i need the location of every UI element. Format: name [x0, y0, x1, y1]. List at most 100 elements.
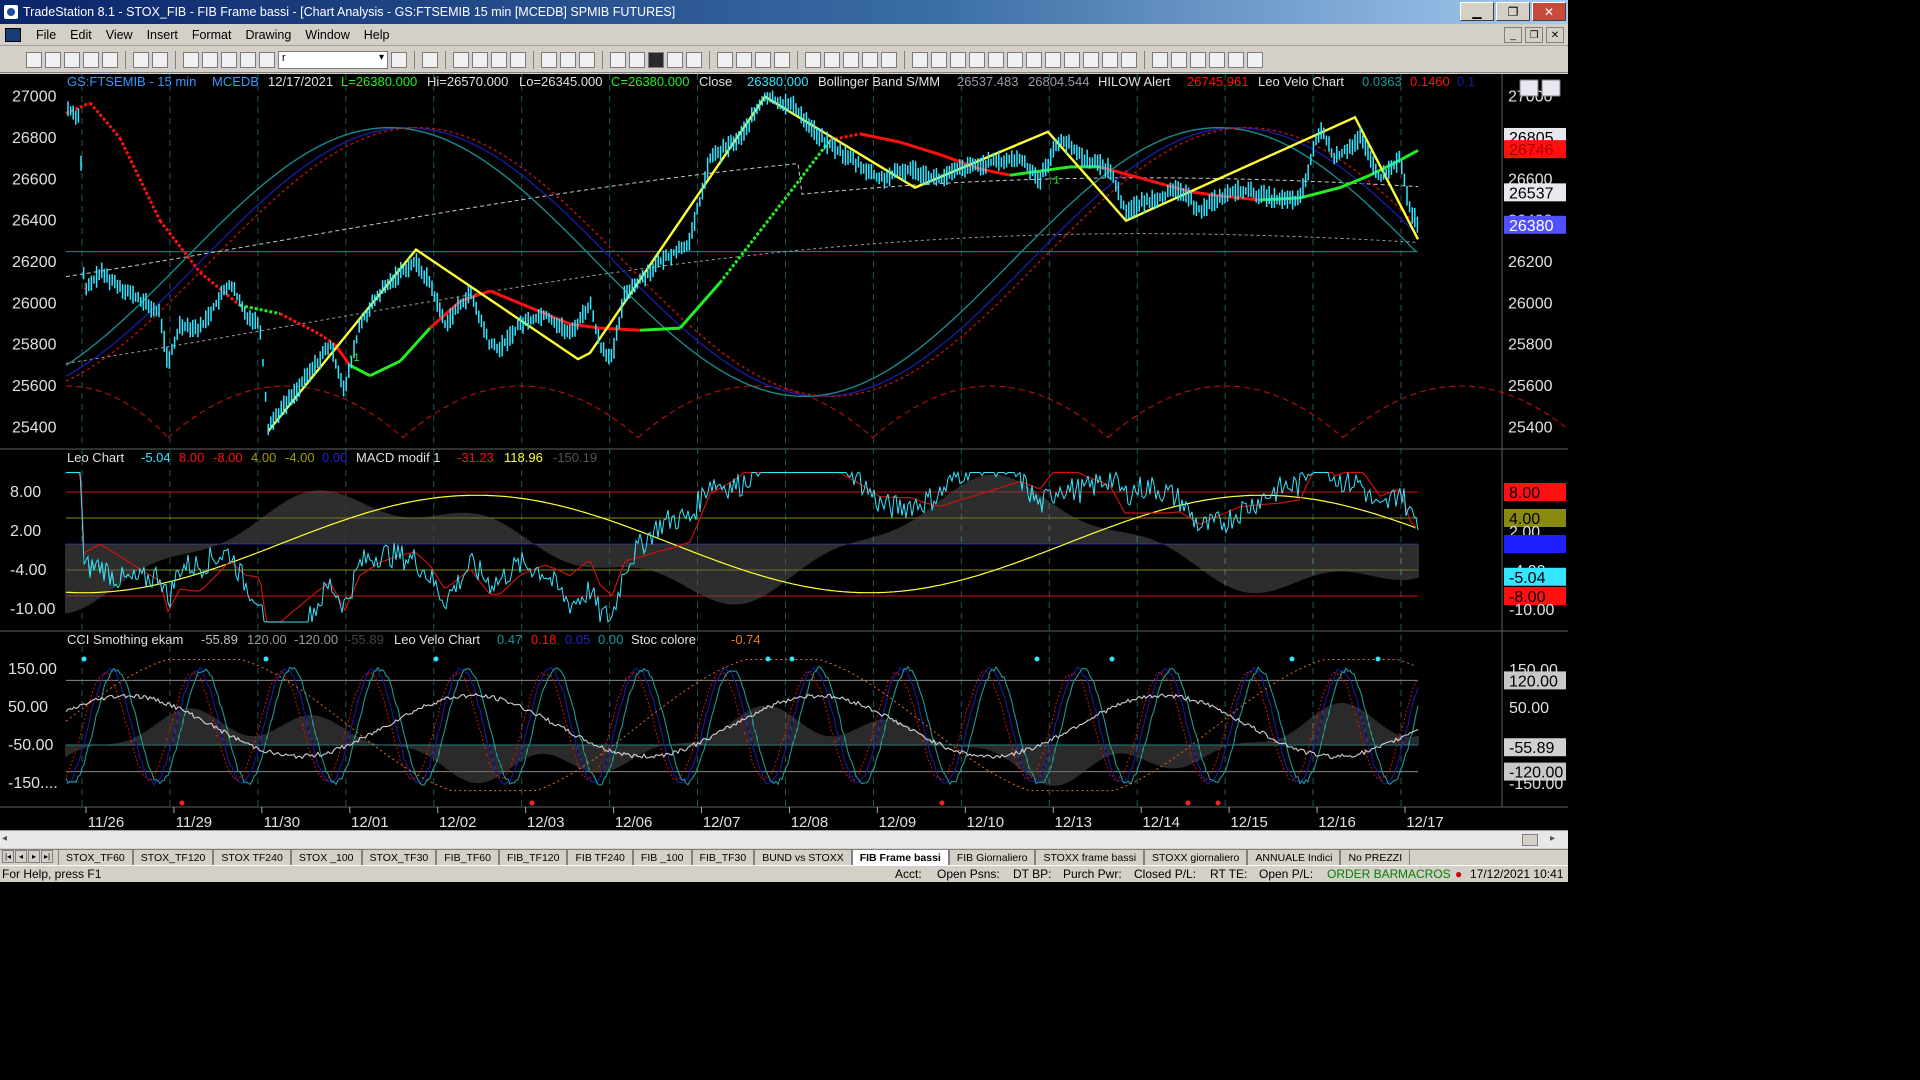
trendline-icon[interactable]: [912, 51, 928, 68]
open-folder-icon[interactable]: [45, 51, 61, 68]
bar-chart-icon[interactable]: [510, 51, 526, 68]
scroll-left-icon[interactable]: ◂: [2, 833, 16, 847]
arc-icon[interactable]: [1102, 51, 1118, 68]
scanner-icon[interactable]: [629, 51, 645, 68]
gann-icon[interactable]: [1083, 51, 1099, 68]
tab-fib-giornaliero[interactable]: FIB Giornaliero: [948, 850, 1036, 865]
matrix-icon[interactable]: [648, 51, 664, 68]
menu-insert[interactable]: Insert: [140, 28, 185, 42]
scroll-thumb[interactable]: [1522, 834, 1538, 846]
tab-fib-100[interactable]: FIB _100: [632, 850, 692, 865]
menu-help[interactable]: Help: [357, 28, 397, 42]
arrows-icon[interactable]: [717, 51, 733, 68]
globe-icon[interactable]: [259, 51, 275, 68]
menu-window[interactable]: Window: [298, 28, 356, 42]
mdi-close-button[interactable]: ✕: [1546, 27, 1564, 43]
clipboard-icon[interactable]: [881, 51, 897, 68]
ellipse-icon[interactable]: [1209, 51, 1225, 68]
zoom-out-icon[interactable]: [774, 51, 790, 68]
zoom-in-icon[interactable]: [755, 51, 771, 68]
tab-annuale-indici[interactable]: ANNUALE Indici: [1247, 850, 1341, 865]
regression-icon[interactable]: [1026, 51, 1042, 68]
tab-bund-vs-stoxx[interactable]: BUND vs STOXX: [754, 850, 852, 865]
indicator-icon[interactable]: [453, 51, 469, 68]
link-icon[interactable]: [541, 51, 557, 68]
macro-icon[interactable]: [221, 51, 237, 68]
menu-drawing[interactable]: Drawing: [238, 28, 298, 42]
channel-icon[interactable]: [988, 51, 1004, 68]
save-icon[interactable]: [64, 51, 80, 68]
chart-canvas[interactable]: ↑1 ↑1 ↓ ↓1 GS:FTSEMIB - 15 min MCEDB 12/17/…: [0, 74, 1568, 830]
tab-stox-100[interactable]: STOX _100: [290, 850, 362, 865]
text-icon[interactable]: [1247, 51, 1263, 68]
new-file-icon[interactable]: [26, 51, 42, 68]
bars-icon[interactable]: [667, 51, 683, 68]
tab-prev-icon[interactable]: ◂: [15, 850, 27, 863]
tab-fib-tf30[interactable]: FIB_TF30: [691, 850, 755, 865]
flag-icon[interactable]: [862, 51, 878, 68]
pencil-icon[interactable]: [1121, 51, 1137, 68]
tab-stoxx-frame-bassi[interactable]: STOXX frame bassi: [1035, 850, 1145, 865]
maximize-button[interactable]: ❐: [1496, 2, 1530, 21]
strategy-icon[interactable]: [472, 51, 488, 68]
gear-icon[interactable]: [579, 51, 595, 68]
tab-fib-frame-bassi[interactable]: FIB Frame bassi: [851, 850, 949, 865]
menu-edit[interactable]: Edit: [63, 28, 99, 42]
mdi-minimize-button[interactable]: _: [1504, 27, 1522, 43]
horizontal-lines-icon[interactable]: [950, 51, 966, 68]
tab-stox-tf240[interactable]: STOX TF240: [213, 850, 291, 865]
tab-stox-tf30[interactable]: STOX_TF30: [361, 850, 437, 865]
chart-window-icon[interactable]: [5, 27, 21, 42]
window-link-icon[interactable]: [560, 51, 576, 68]
oscillator-red-dotted: [65, 126, 1417, 398]
folder-icon[interactable]: [102, 51, 118, 68]
angle-icon[interactable]: [1045, 51, 1061, 68]
find-icon[interactable]: [422, 51, 438, 68]
speed-lines-icon[interactable]: [1007, 51, 1023, 68]
copy-icon[interactable]: [83, 51, 99, 68]
cycle-icon[interactable]: [1064, 51, 1080, 68]
menu-file[interactable]: File: [29, 28, 63, 42]
menu-format[interactable]: Format: [185, 28, 239, 42]
minimize-button[interactable]: ▁: [1460, 2, 1494, 21]
window-icon[interactable]: [183, 51, 199, 68]
print-preview-icon[interactable]: [152, 51, 168, 68]
tab-stox-tf120[interactable]: STOX_TF120: [132, 850, 214, 865]
format-icon[interactable]: [491, 51, 507, 68]
mdi-restore-button[interactable]: ❐: [1525, 27, 1543, 43]
menu-view[interactable]: View: [99, 28, 140, 42]
move-icon[interactable]: [736, 51, 752, 68]
symbol-combo[interactable]: r: [278, 50, 388, 69]
tools-icon[interactable]: [240, 51, 256, 68]
tab-fib-tf60[interactable]: FIB_TF60: [436, 850, 499, 865]
play-icon[interactable]: [391, 51, 407, 68]
tab-stoxx-giornaliero[interactable]: STOXX giornaliero: [1144, 850, 1248, 865]
horizontal-scrollbar[interactable]: ◂ ▸: [0, 830, 1568, 848]
tab-stox-tf60[interactable]: STOX_TF60: [58, 850, 133, 865]
arrow-down-icon[interactable]: [1171, 51, 1187, 68]
rectangle-icon[interactable]: [1228, 51, 1244, 68]
fibonacci-icon[interactable]: [969, 51, 985, 68]
tab-fib-tf120[interactable]: FIB_TF120: [498, 850, 568, 865]
print-icon[interactable]: [133, 51, 149, 68]
hammer-icon[interactable]: [843, 51, 859, 68]
oscillator-navy: [65, 126, 1417, 398]
status-macros[interactable]: MACROS: [1398, 867, 1451, 881]
pointer-icon[interactable]: [805, 51, 821, 68]
candles-icon[interactable]: [686, 51, 702, 68]
radar-icon[interactable]: [610, 51, 626, 68]
tab-next-icon[interactable]: ▸: [28, 850, 40, 863]
chart-analysis-area[interactable]: ↑1 ↑1 ↓ ↓1 GS:FTSEMIB - 15 min MCEDB 12/17/…: [0, 74, 1568, 830]
check-icon[interactable]: [1152, 51, 1168, 68]
scroll-right-icon[interactable]: ▸: [1550, 833, 1564, 847]
tab-first-icon[interactable]: |◂: [2, 850, 14, 863]
tab-fib-tf240[interactable]: FIB TF240: [567, 850, 633, 865]
status-order-bar[interactable]: ORDER BAR: [1327, 867, 1398, 881]
chart-icon[interactable]: [202, 51, 218, 68]
data-window-icon[interactable]: [824, 51, 840, 68]
vertical-lines-icon[interactable]: [931, 51, 947, 68]
tab-last-icon[interactable]: ▸|: [41, 850, 53, 863]
arrow-up-icon[interactable]: [1190, 51, 1206, 68]
tab-no-prezzi[interactable]: No PREZZI: [1340, 850, 1411, 865]
close-button[interactable]: ✕: [1532, 2, 1566, 21]
